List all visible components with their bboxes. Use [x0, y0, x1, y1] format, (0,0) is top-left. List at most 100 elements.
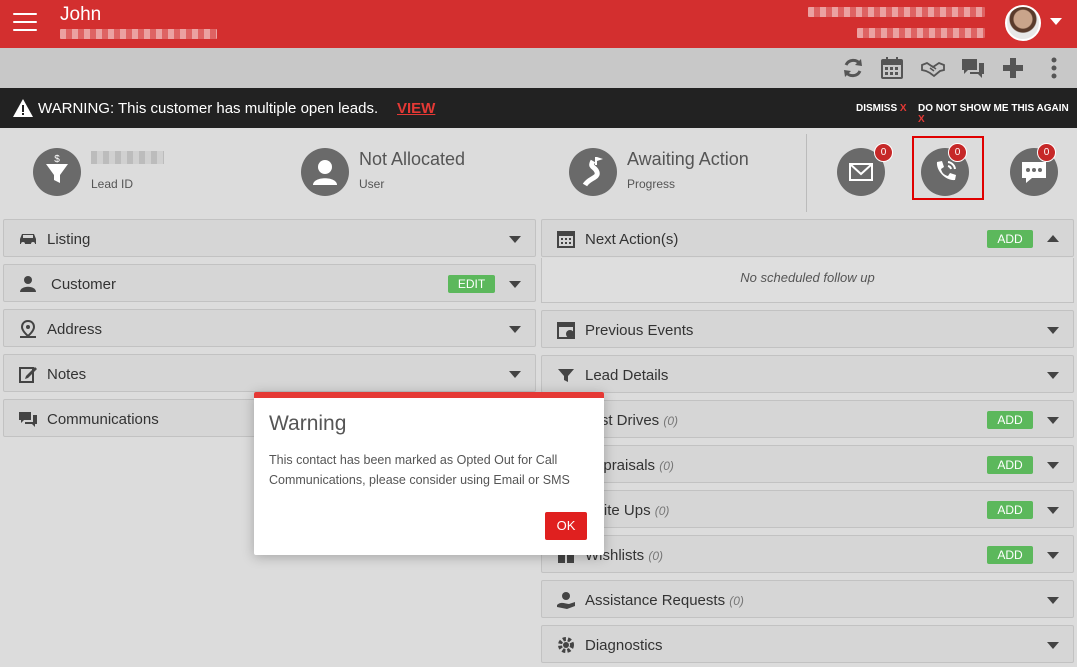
top-header: John	[0, 0, 1077, 48]
previous-events-label: Previous Events	[585, 322, 694, 339]
lead-details-label: Lead Details	[585, 367, 669, 384]
write-ups-count: (0)	[654, 504, 670, 518]
no-scheduled-message: No scheduled follow up	[541, 258, 1074, 303]
svg-text:$: $	[54, 154, 60, 165]
dismiss-label: DISMISS	[856, 103, 898, 114]
ok-button[interactable]: OK	[545, 512, 587, 540]
refresh-icon[interactable]	[841, 56, 865, 80]
lead-id-label: Lead ID	[91, 177, 134, 191]
dont-show-label: DO NOT SHOW ME THIS AGAIN	[918, 103, 1069, 114]
test-drives-count: (0)	[663, 414, 679, 428]
wishlists-add-button[interactable]: ADD	[987, 546, 1033, 564]
chevron-down-icon[interactable]	[1047, 642, 1059, 649]
plus-icon[interactable]	[1001, 56, 1025, 80]
chevron-down-icon[interactable]	[1047, 417, 1059, 424]
user-value: Not Allocated	[359, 149, 466, 169]
warning-dialog: Warning This contact has been marked as …	[254, 392, 604, 555]
appraisals-add-button[interactable]: ADD	[987, 456, 1033, 474]
user-person-icon	[301, 148, 349, 196]
next-actions-add-button[interactable]: ADD	[987, 230, 1033, 248]
chat-icon[interactable]	[961, 56, 985, 80]
listing-label: Listing	[47, 231, 91, 248]
chevron-down-icon[interactable]	[509, 281, 521, 288]
wishlists-count: (0)	[648, 549, 664, 563]
diagnostics-panel[interactable]: Diagnostics	[541, 625, 1074, 663]
call-count-badge: 0	[948, 143, 967, 162]
calendar-icon[interactable]	[880, 56, 904, 80]
notes-panel[interactable]: Notes	[3, 354, 536, 392]
email-count-badge: 0	[874, 143, 893, 162]
progress-value: Awaiting Action	[627, 149, 749, 169]
chevron-up-icon[interactable]	[1047, 235, 1059, 242]
redacted-account-line-2	[857, 28, 985, 38]
address-label: Address	[47, 321, 103, 338]
funnel-icon	[558, 369, 574, 382]
customer-panel[interactable]: Customer EDIT	[3, 264, 536, 302]
dialog-title: Warning	[269, 412, 347, 435]
dont-show-again-button[interactable]: DO NOT SHOW ME THIS AGAIN X	[918, 103, 1077, 125]
redacted-lead-id	[91, 151, 164, 164]
listing-panel[interactable]: Listing	[3, 219, 536, 257]
dismiss-close-icon: X	[899, 103, 907, 114]
person-icon	[20, 276, 36, 292]
appraisals-panel[interactable]: Appraisals (0) ADD	[541, 445, 1074, 483]
toolbar	[0, 48, 1077, 88]
customer-edit-button[interactable]: EDIT	[448, 275, 495, 293]
previous-events-panel[interactable]: Previous Events	[541, 310, 1074, 348]
next-actions-label: Next Action(s)	[585, 231, 679, 248]
gear-icon	[558, 637, 574, 653]
assistance-requests-title: Assistance Requests	[585, 592, 726, 609]
user-name: John	[60, 4, 102, 25]
lead-funnel-icon: $	[33, 148, 81, 196]
progress-road-icon	[569, 148, 617, 196]
avatar[interactable]	[1005, 5, 1041, 41]
dismiss-button[interactable]: DISMISS X	[856, 103, 907, 114]
warning-triangle-icon	[13, 99, 33, 117]
chevron-down-icon[interactable]	[1047, 372, 1059, 379]
car-icon	[20, 234, 36, 246]
test-drives-add-button[interactable]: ADD	[987, 411, 1033, 429]
hand-coin-icon	[557, 592, 575, 609]
calendar-icon	[557, 231, 575, 248]
assistance-requests-label: Assistance Requests (0)	[585, 592, 744, 609]
handshake-icon[interactable]	[921, 56, 945, 80]
test-drives-panel[interactable]: Test Drives (0) ADD	[541, 400, 1074, 438]
chevron-down-icon[interactable]	[1047, 552, 1059, 559]
chevron-down-icon[interactable]	[1047, 327, 1059, 334]
notes-label: Notes	[47, 366, 87, 383]
lead-details-panel[interactable]: Lead Details	[541, 355, 1074, 393]
redacted-account-line-1	[808, 7, 985, 17]
chevron-down-icon[interactable]	[509, 326, 521, 333]
multiple-leads-warning-bar: WARNING: This customer has multiple open…	[0, 88, 1077, 128]
hamburger-icon[interactable]	[13, 13, 37, 33]
wishlists-panel[interactable]: Wishlists (0) ADD	[541, 535, 1074, 573]
customer-label: Customer	[51, 276, 117, 293]
dialog-message: This contact has been marked as Opted Ou…	[269, 453, 570, 487]
chevron-down-icon[interactable]	[1047, 462, 1059, 469]
user-label: User	[359, 177, 385, 191]
write-ups-add-button[interactable]: ADD	[987, 501, 1033, 519]
summary-divider	[806, 134, 807, 212]
account-chevron-down-icon[interactable]	[1050, 18, 1062, 25]
warning-message: WARNING: This customer has multiple open…	[38, 100, 379, 117]
map-pin-icon	[20, 319, 36, 338]
communications-label: Communications	[47, 411, 159, 428]
assistance-requests-count: (0)	[729, 594, 744, 608]
progress-label: Progress	[627, 177, 676, 191]
next-actions-panel[interactable]: Next Action(s) ADD	[541, 219, 1074, 257]
chevron-down-icon[interactable]	[509, 236, 521, 243]
dont-show-close-icon: X	[918, 114, 925, 125]
redacted-subtitle	[60, 29, 217, 39]
view-leads-link[interactable]: VIEW	[397, 100, 435, 117]
chevron-down-icon[interactable]	[509, 371, 521, 378]
address-panel[interactable]: Address	[3, 309, 536, 347]
assistance-requests-panel[interactable]: Assistance Requests (0)	[541, 580, 1074, 618]
calendar-clock-icon	[557, 322, 575, 339]
edit-note-icon	[19, 367, 37, 383]
chevron-down-icon[interactable]	[1047, 597, 1059, 604]
write-ups-panel[interactable]: Write Ups (0) ADD	[541, 490, 1074, 528]
appraisals-count: (0)	[659, 459, 674, 473]
diagnostics-label: Diagnostics	[585, 637, 663, 654]
chevron-down-icon[interactable]	[1047, 507, 1059, 514]
more-vertical-icon[interactable]	[1042, 56, 1066, 80]
